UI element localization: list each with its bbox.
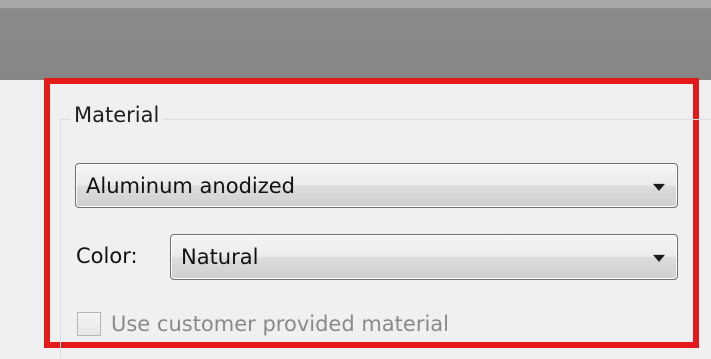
chevron-down-icon [653, 254, 665, 262]
chevron-down-icon [653, 183, 665, 191]
material-select-value: Aluminum anodized [86, 173, 296, 198]
side-panel [0, 80, 46, 339]
material-select[interactable]: Aluminum anodized [75, 163, 678, 208]
window-title-bar [0, 0, 711, 80]
material-group-title: Material [70, 103, 164, 127]
customer-material-label: Use customer provided material [111, 312, 449, 336]
color-select-value: Natural [181, 245, 259, 269]
color-label: Color: [76, 244, 138, 268]
color-select[interactable]: Natural [170, 234, 678, 280]
customer-material-checkbox[interactable] [77, 312, 101, 336]
